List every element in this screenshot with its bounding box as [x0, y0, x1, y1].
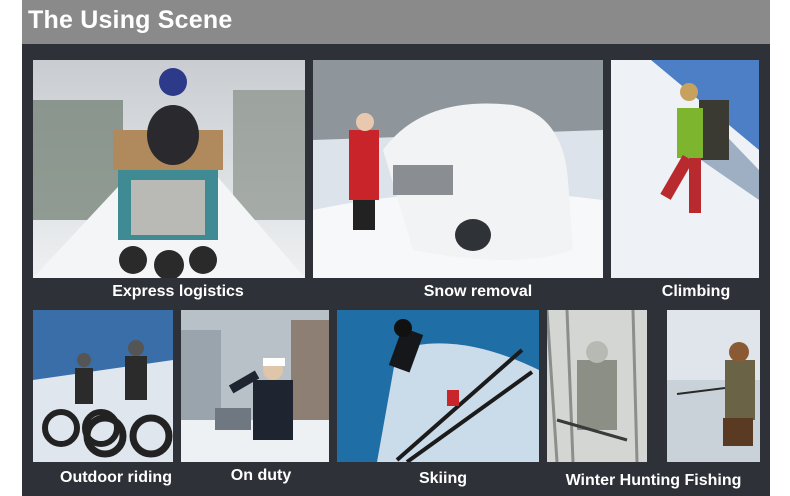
caption-express-logistics: Express logistics	[112, 283, 244, 300]
page-title: The Using Scene	[28, 6, 233, 34]
caption-snow-removal: Snow removal	[423, 283, 533, 300]
caption-skiing: Skiing	[418, 470, 467, 487]
caption-outdoor-riding: Outdoor riding	[60, 469, 172, 486]
caption-on-duty: On duty	[230, 467, 292, 484]
photo-on-duty	[181, 310, 329, 462]
photo-outdoor-riding	[33, 310, 173, 462]
photo-winter-hunting	[547, 310, 647, 462]
caption-climbing: Climbing	[661, 283, 731, 300]
photo-snow-removal	[313, 60, 603, 278]
photo-climbing	[611, 60, 759, 278]
photo-winter-fishing	[667, 310, 760, 462]
header-bar: The Using Scene	[22, 0, 770, 44]
caption-winter-hunting-fishing: Winter Hunting Fishing	[565, 472, 742, 489]
photo-skiing	[337, 310, 539, 462]
photo-express-logistics	[33, 60, 305, 278]
